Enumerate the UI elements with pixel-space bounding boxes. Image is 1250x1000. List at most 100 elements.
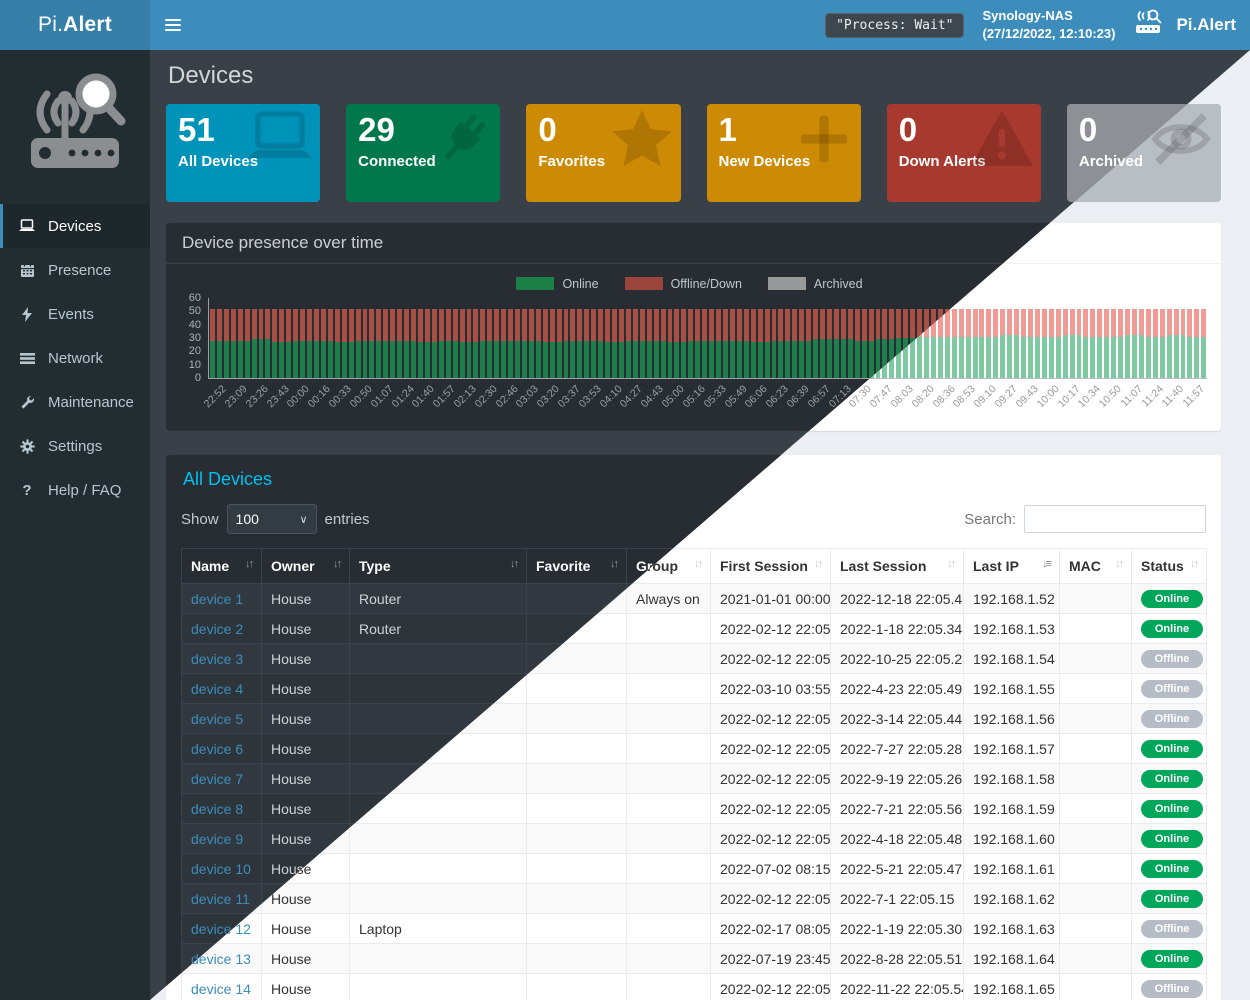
chart-bar [1097, 309, 1102, 378]
router-magnifier-icon [1133, 8, 1167, 43]
chart-bar-group [583, 309, 604, 378]
card-new-devices[interactable]: 1 New Devices [707, 104, 861, 202]
chart-bar [217, 309, 222, 378]
chart-bar [307, 309, 312, 378]
sidebar-item-label: Help / FAQ [48, 482, 121, 499]
chart-bar [945, 309, 950, 378]
device-link[interactable]: device 1 [191, 591, 243, 607]
column-header-mac[interactable]: MAC↓↑ [1060, 549, 1132, 584]
card-down-alerts[interactable]: 0 Down Alerts [887, 104, 1041, 202]
device-link[interactable]: device 4 [191, 681, 243, 697]
sort-icon: ↓↑ [1115, 558, 1122, 570]
device-link[interactable]: device 11 [191, 891, 250, 907]
chart-bar-group [209, 309, 230, 378]
chart-bar [938, 309, 943, 378]
sidebar-item-devices[interactable]: Devices [0, 204, 150, 248]
last-session-cell: 2022-5-21 22:05.47 [831, 854, 964, 884]
favorite-cell [527, 764, 627, 794]
chart-bar [681, 309, 686, 378]
column-header-type[interactable]: Type↓↑ [350, 549, 527, 584]
card-all-devices[interactable]: 51 All Devices [166, 104, 320, 202]
last-session-cell: 2022-7-1 22:05.15 [831, 884, 964, 914]
sidebar-item-help[interactable]: ? Help / FAQ [0, 468, 150, 512]
chart-bar-group [1166, 309, 1187, 378]
page-length-select[interactable]: 100 ∨ [227, 504, 317, 534]
chart-bar [1181, 309, 1186, 378]
favorite-cell [527, 854, 627, 884]
chart-bar-group [1103, 309, 1124, 378]
chart-bar [834, 309, 839, 378]
chart-bar [598, 309, 603, 378]
sidebar-item-presence[interactable]: Presence [0, 248, 150, 292]
column-header-first-session[interactable]: First Session↓↑ [711, 549, 831, 584]
chart-bar [765, 309, 770, 378]
chart-bar [487, 309, 492, 378]
device-link[interactable]: device 8 [191, 801, 243, 817]
device-link[interactable]: device 5 [191, 711, 243, 727]
status-badge: Online [1141, 620, 1203, 638]
name-cell: device 1 [182, 584, 262, 614]
first-session-cell: 2022-02-12 22:05 [711, 764, 831, 794]
chart-bar [862, 309, 867, 378]
column-header-last-session[interactable]: Last Session↓↑ [831, 549, 964, 584]
device-link[interactable]: device 7 [191, 771, 243, 787]
last-ip-cell: 192.168.1.60 [964, 824, 1060, 854]
group-cell [627, 734, 711, 764]
chart-bar [737, 309, 742, 378]
chart-bar-group [999, 309, 1020, 378]
chart-bar-group [1082, 309, 1103, 378]
sidebar-item-maintenance[interactable]: Maintenance [0, 380, 150, 424]
column-header-status[interactable]: Status↓↑ [1132, 549, 1207, 584]
legend-swatch-archived [768, 277, 806, 290]
chart-bar [300, 309, 305, 378]
last-session-cell: 2022-8-28 22:05.51 [831, 944, 964, 974]
last-ip-cell: 192.168.1.53 [964, 614, 1060, 644]
app-logo: Pi.Alert [1133, 8, 1236, 43]
chart-bar [432, 309, 437, 378]
device-link[interactable]: device 6 [191, 741, 243, 757]
device-link[interactable]: device 9 [191, 831, 243, 847]
column-header-favorite[interactable]: Favorite↓↑ [527, 549, 627, 584]
column-header-owner[interactable]: Owner↓↑ [262, 549, 350, 584]
column-header-last-ip[interactable]: Last IP↓≡ [964, 549, 1060, 584]
owner-cell: House [262, 974, 350, 1000]
laptop-icon [18, 219, 36, 233]
search-input[interactable] [1024, 505, 1206, 533]
chart-bar-group [230, 309, 251, 378]
device-link[interactable]: device 14 [191, 981, 251, 997]
owner-cell: House [262, 914, 350, 944]
brand-logo[interactable]: Pi.Alert [0, 0, 150, 50]
sidebar-item-settings[interactable]: Settings [0, 424, 150, 468]
column-header-name[interactable]: Name↓↑ [182, 549, 262, 584]
sidebar-item-events[interactable]: Events [0, 292, 150, 336]
hamburger-menu-icon[interactable] [150, 0, 196, 50]
device-link[interactable]: device 3 [191, 651, 243, 667]
sort-icon: ↓↑ [510, 558, 517, 570]
first-session-cell: 2022-02-12 22:05 [711, 644, 831, 674]
chart-bar [702, 309, 707, 378]
chart-bar [806, 309, 811, 378]
chart-bar [1083, 309, 1088, 378]
process-status-badge: "Process: Wait" [825, 13, 964, 38]
chart-bar [238, 309, 243, 378]
chart-bar-group [1145, 309, 1166, 378]
chart-bar [647, 309, 652, 378]
device-link[interactable]: device 2 [191, 621, 243, 637]
chart-bar [557, 309, 562, 378]
mac-cell [1060, 584, 1132, 614]
chart-bar [286, 309, 291, 378]
status-badge: Offline [1141, 980, 1203, 998]
device-link[interactable]: device 10 [191, 861, 251, 877]
card-favorites[interactable]: 0 Favorites [526, 104, 680, 202]
type-cell: Router [350, 614, 527, 644]
last-ip-cell: 192.168.1.62 [964, 884, 1060, 914]
sidebar-item-label: Presence [48, 262, 111, 279]
chart-bar [1174, 309, 1179, 378]
status-cell: Offline [1132, 974, 1207, 1000]
card-connected[interactable]: 29 Connected [346, 104, 500, 202]
status-cell: Offline [1132, 704, 1207, 734]
type-cell: Laptop [350, 914, 527, 944]
sidebar-item-network[interactable]: Network [0, 336, 150, 380]
table-row: device 13House2022-07-19 23:452022-8-28 … [182, 944, 1207, 974]
status-cell: Online [1132, 734, 1207, 764]
